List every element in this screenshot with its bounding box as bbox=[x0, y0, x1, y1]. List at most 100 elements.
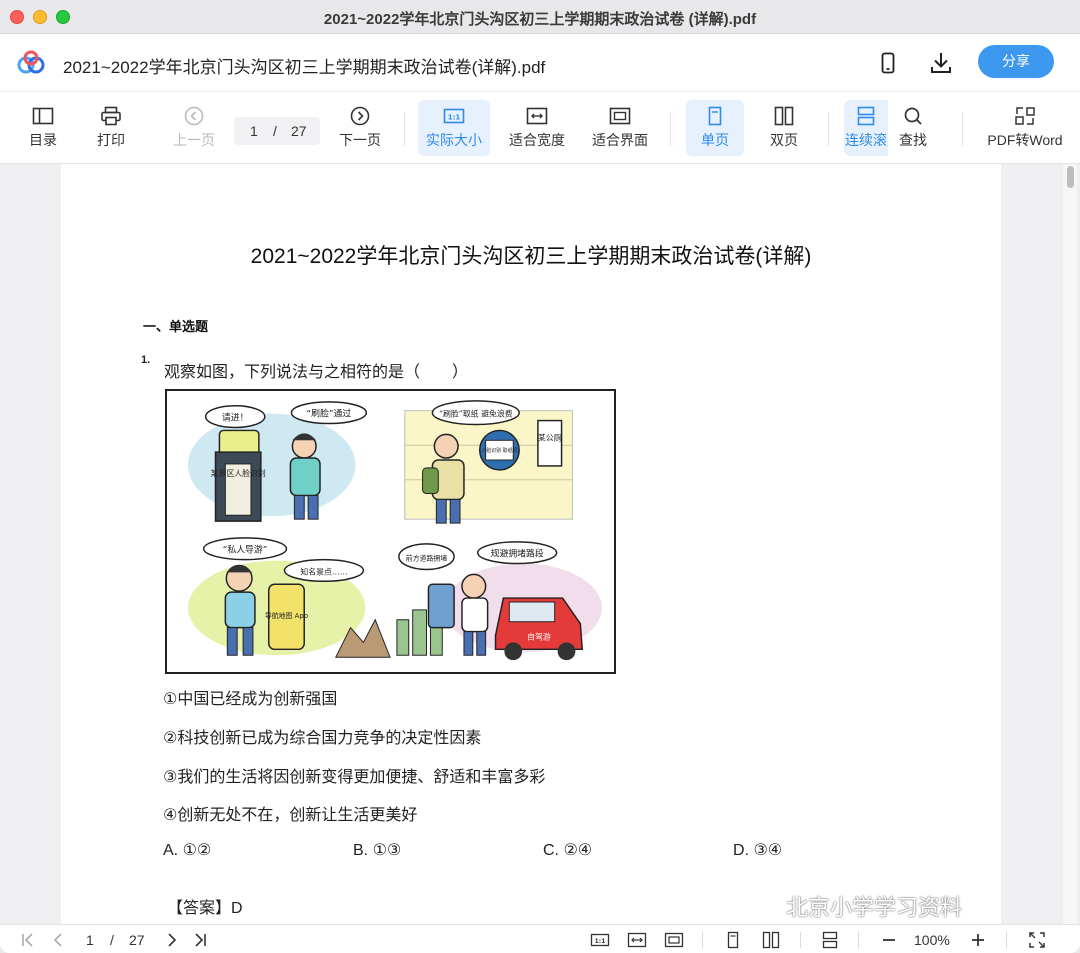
logo-icon bbox=[17, 50, 45, 74]
option-b: B. ①③ bbox=[353, 842, 402, 859]
share-button[interactable]: 分享 bbox=[978, 45, 1054, 78]
car-text: 自驾游 bbox=[527, 631, 551, 641]
convert-icon bbox=[1015, 107, 1035, 125]
sign-text: 某公厕 bbox=[538, 433, 562, 442]
pdf-to-word-label: PDF转Word bbox=[987, 132, 1063, 148]
answer-value: D bbox=[231, 900, 243, 917]
bubble-text: “私人导游” bbox=[223, 544, 268, 556]
next-page-button[interactable]: 下一页 bbox=[333, 100, 387, 156]
continuous-scroll-button[interactable]: 连续滚 bbox=[844, 100, 888, 156]
statement-2: ②科技创新已成为综合国力竞争的决定性因素 bbox=[163, 730, 482, 747]
next-page-label: 下一页 bbox=[339, 132, 381, 148]
page-number-field[interactable]: 1 / 27 bbox=[234, 117, 320, 145]
print-label: 打印 bbox=[97, 132, 125, 148]
answer-label: 【答案】 bbox=[167, 900, 232, 917]
statement-3: ③我们的生活将因创新变得更加便捷、舒适和丰富多彩 bbox=[163, 769, 546, 786]
vertical-scrollbar[interactable] bbox=[1063, 164, 1077, 924]
page-total: 27 bbox=[291, 123, 307, 139]
bubble-text: 知名景点…… bbox=[300, 566, 347, 576]
option-d: D. ③④ bbox=[733, 842, 783, 859]
next-page-icon[interactable] bbox=[162, 930, 182, 950]
bottom-status-bar: 1 / 27 1:1 100% bbox=[0, 924, 1080, 953]
bottom-divider bbox=[702, 932, 703, 948]
app-header: 2021~2022学年北京门头沟区初三上学期期末政治试卷(详解).pdf 分享 bbox=[0, 34, 1080, 92]
statement-4: ④创新无处不在，创新让生活更美好 bbox=[163, 807, 418, 824]
prev-page-label: 上一页 bbox=[173, 132, 215, 148]
bubble-text: 规避拥堵路段 bbox=[491, 548, 544, 560]
continuous-scroll-label: 连续滚 bbox=[845, 132, 887, 148]
toolbar-divider bbox=[962, 112, 963, 146]
phone-text: 导航地图 App bbox=[265, 611, 308, 620]
app-window: 2021~2022学年北京门头沟区初三上学期期末政治试卷 (详解).pdf 20… bbox=[0, 0, 1080, 953]
bottom-divider bbox=[858, 932, 859, 948]
double-page-icon bbox=[774, 106, 794, 126]
option-c: C. ②④ bbox=[543, 842, 593, 859]
cartoon-panel-2: 某公厕 人脸识别 取纸机 “刷脸”取纸 避免浪费 bbox=[404, 400, 573, 524]
prev-page-button[interactable]: 上一页 bbox=[166, 100, 222, 156]
pdf-to-word-button[interactable]: PDF转Word bbox=[982, 100, 1068, 156]
toc-button[interactable]: 目录 bbox=[18, 100, 68, 156]
bubble-text: “刷脸”通过 bbox=[307, 408, 352, 420]
arrow-left-circle-icon bbox=[184, 106, 204, 126]
first-page-icon[interactable] bbox=[18, 930, 38, 950]
fullscreen-icon[interactable] bbox=[1027, 930, 1047, 950]
toolbar-divider bbox=[404, 112, 405, 146]
statement-1: ①中国已经成为创新强国 bbox=[163, 691, 338, 708]
continuous-scroll-icon[interactable] bbox=[820, 930, 840, 950]
continuous-scroll-icon bbox=[857, 106, 875, 126]
last-page-icon[interactable] bbox=[190, 930, 210, 950]
document-viewport[interactable]: 2021~2022学年北京门头沟区初三上学期期末政治试卷(详解) 一、单选题 1… bbox=[0, 164, 1080, 924]
arrow-right-circle-icon bbox=[350, 106, 370, 126]
phone-icon[interactable] bbox=[875, 50, 901, 76]
search-label: 查找 bbox=[899, 132, 927, 148]
fit-width-icon bbox=[526, 107, 548, 125]
single-page-button[interactable]: 单页 bbox=[686, 100, 744, 156]
page-current-input[interactable]: 1 bbox=[250, 123, 258, 139]
bubble-text: 请进！ bbox=[222, 412, 249, 424]
question-text: 观察如图，下列说法与之相符的是（ ） bbox=[164, 364, 469, 381]
document-title: 2021~2022学年北京门头沟区初三上学期期末政治试卷(详解) bbox=[250, 245, 812, 268]
zoom-out-icon[interactable] bbox=[879, 930, 899, 950]
actual-size-icon[interactable]: 1:1 bbox=[590, 930, 610, 950]
single-page-icon[interactable] bbox=[723, 930, 743, 950]
question-number: 1. bbox=[141, 354, 151, 366]
title-bar: 2021~2022学年北京门头沟区初三上学期期末政治试卷 (详解).pdf bbox=[0, 0, 1080, 34]
device-text: 人脸识别 取纸机 bbox=[481, 447, 517, 454]
double-page-icon[interactable] bbox=[761, 930, 781, 950]
print-button[interactable]: 打印 bbox=[86, 100, 136, 156]
fit-width-button[interactable]: 适合宽度 bbox=[504, 100, 570, 156]
fit-page-button[interactable]: 适合界面 bbox=[587, 100, 653, 156]
machine-text: 某景区人脸识别 bbox=[211, 468, 266, 478]
svg-text:1:1: 1:1 bbox=[595, 938, 606, 945]
bottom-divider bbox=[1006, 932, 1007, 948]
bottom-divider bbox=[800, 932, 801, 948]
search-button[interactable]: 查找 bbox=[890, 100, 936, 156]
single-page-label: 单页 bbox=[701, 132, 729, 148]
document-name: 2021~2022学年北京门头沟区初三上学期期末政治试卷(详解).pdf bbox=[63, 58, 546, 77]
bubble-text: “刷脸”取纸 避免浪费 bbox=[439, 409, 513, 419]
watermark-text: 北京小学学习资料 bbox=[786, 895, 963, 920]
actual-size-label: 实际大小 bbox=[426, 132, 482, 148]
zoom-in-icon[interactable] bbox=[968, 930, 988, 950]
window-title: 2021~2022学年北京门头沟区初三上学期期末政治试卷 (详解).pdf bbox=[323, 11, 757, 28]
download-icon[interactable] bbox=[928, 50, 954, 76]
cartoon-panel-4: 自驾游 前方道路拥堵 规避拥堵路段 bbox=[396, 541, 602, 661]
single-page-icon bbox=[708, 106, 722, 126]
section-heading: 一、单选题 bbox=[143, 319, 209, 334]
prev-page-icon[interactable] bbox=[48, 930, 68, 950]
search-icon bbox=[904, 107, 922, 125]
zoom-level[interactable]: 100% bbox=[914, 932, 950, 948]
fit-width-label: 适合宽度 bbox=[509, 132, 565, 148]
fit-page-icon[interactable] bbox=[664, 930, 684, 950]
pdf-page: 2021~2022学年北京门头沟区初三上学期期末政治试卷(详解) 一、单选题 1… bbox=[61, 164, 1001, 924]
scrollbar-thumb[interactable] bbox=[1067, 166, 1074, 188]
double-page-button[interactable]: 双页 bbox=[758, 100, 810, 156]
toolbar-divider bbox=[670, 112, 671, 146]
toc-label: 目录 bbox=[29, 132, 57, 148]
print-icon bbox=[101, 106, 121, 126]
actual-size-button[interactable]: 1:1 实际大小 bbox=[418, 100, 490, 156]
svg-text:1:1: 1:1 bbox=[448, 114, 461, 122]
fit-width-icon[interactable] bbox=[627, 930, 647, 950]
cartoon-panel-1: 某景区人脸识别 请进！ “刷脸”通过 bbox=[187, 401, 368, 522]
bottom-page-current[interactable]: 1 bbox=[86, 932, 94, 948]
